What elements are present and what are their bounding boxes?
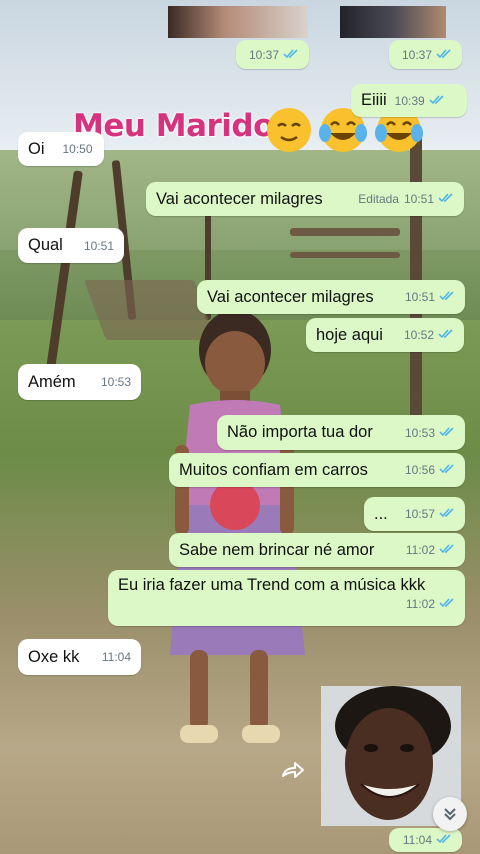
message-text: hoje aqui bbox=[316, 325, 383, 344]
message-bubble-out[interactable]: hoje aqui 10:52 bbox=[306, 318, 464, 352]
message-bubble-out[interactable]: Eiiii 10:39 bbox=[351, 84, 467, 117]
double-check-icon bbox=[283, 48, 299, 62]
message-time: 10:53 bbox=[100, 375, 131, 389]
message-bubble-out[interactable]: Vai acontecer milagres Editada 10:51 bbox=[146, 182, 464, 216]
message-text: Amém bbox=[28, 372, 76, 391]
relieved-face-icon bbox=[267, 108, 311, 152]
message-text: Sabe nem brincar né amor bbox=[179, 540, 375, 559]
message-bubble-out[interactable]: Vai acontecer milagres 10:51 bbox=[197, 280, 465, 314]
message-bubble-out[interactable]: Muitos confiam em carros 10:56 bbox=[169, 453, 465, 487]
message-time: 10:57 bbox=[404, 507, 435, 521]
message-bubble-in[interactable]: Oxe kk 11:04 bbox=[18, 639, 141, 675]
double-check-icon bbox=[439, 543, 455, 557]
message-time: 10:56 bbox=[404, 463, 435, 477]
message-text: Qual bbox=[28, 236, 63, 254]
message-time: 11:04 bbox=[101, 650, 131, 664]
double-check-icon bbox=[429, 94, 445, 108]
message-text: Oi bbox=[28, 139, 45, 158]
edited-label: Editada bbox=[358, 192, 399, 206]
double-check-icon bbox=[439, 463, 455, 477]
double-check-icon bbox=[439, 507, 455, 521]
message-time: 10:53 bbox=[404, 425, 435, 440]
message-text: Eu iria fazer uma Trend com a música kkk bbox=[118, 576, 426, 594]
message-bubble-in[interactable]: Amém 10:53 bbox=[18, 364, 141, 400]
shared-image-thumbnail[interactable] bbox=[340, 6, 446, 38]
double-check-icon bbox=[439, 426, 455, 440]
message-bubble-out[interactable]: Sabe nem brincar né amor 11:02 bbox=[169, 533, 465, 567]
message-bubble-in[interactable]: Oi 10:50 bbox=[18, 132, 104, 166]
double-check-icon bbox=[439, 290, 455, 304]
message-bubble-out[interactable]: Não importa tua dor 10:53 bbox=[217, 415, 465, 450]
message-time: 10:52 bbox=[403, 328, 434, 342]
message-time: 11:02 bbox=[405, 543, 435, 557]
message-time: 10:39 bbox=[394, 93, 425, 108]
message-text: Não importa tua dor bbox=[227, 423, 373, 441]
double-check-icon bbox=[439, 597, 455, 611]
message-time: 10:51 bbox=[403, 192, 434, 206]
double-check-icon bbox=[438, 192, 454, 206]
shared-image-thumbnail[interactable] bbox=[168, 6, 308, 38]
message-time: 11:02 bbox=[405, 597, 435, 611]
message-bubble-out[interactable]: 10:37 bbox=[236, 40, 309, 69]
message-time: 11:04 bbox=[402, 833, 432, 847]
double-check-icon bbox=[436, 833, 452, 847]
message-bubble-out[interactable]: 10:37 bbox=[389, 40, 462, 69]
message-bubble-out[interactable]: 11:04 bbox=[389, 828, 462, 852]
message-text: Vai acontecer milagres bbox=[207, 287, 374, 306]
message-text: Oxe kk bbox=[28, 647, 80, 666]
message-bubble-in[interactable]: Qual 10:51 bbox=[18, 228, 124, 263]
message-bubble-out[interactable]: ... 10:57 bbox=[364, 497, 465, 531]
message-text: Eiiii bbox=[361, 91, 387, 109]
message-time: 10:51 bbox=[83, 238, 114, 253]
forward-arrow-icon[interactable] bbox=[280, 760, 306, 780]
message-text: Vai acontecer milagres bbox=[156, 189, 323, 208]
message-text: ... bbox=[374, 504, 388, 523]
message-bubble-out[interactable]: Eu iria fazer uma Trend com a música kkk… bbox=[108, 570, 465, 626]
message-time: 10:50 bbox=[62, 142, 93, 156]
double-check-icon bbox=[436, 48, 452, 62]
double-check-icon bbox=[438, 328, 454, 342]
message-time: 10:37 bbox=[248, 47, 279, 62]
double-chevron-down-icon bbox=[444, 808, 456, 821]
scroll-to-bottom-button[interactable] bbox=[433, 797, 467, 831]
message-text: Muitos confiam em carros bbox=[179, 460, 368, 479]
message-time: 10:37 bbox=[401, 47, 432, 62]
message-time: 10:51 bbox=[404, 290, 435, 304]
